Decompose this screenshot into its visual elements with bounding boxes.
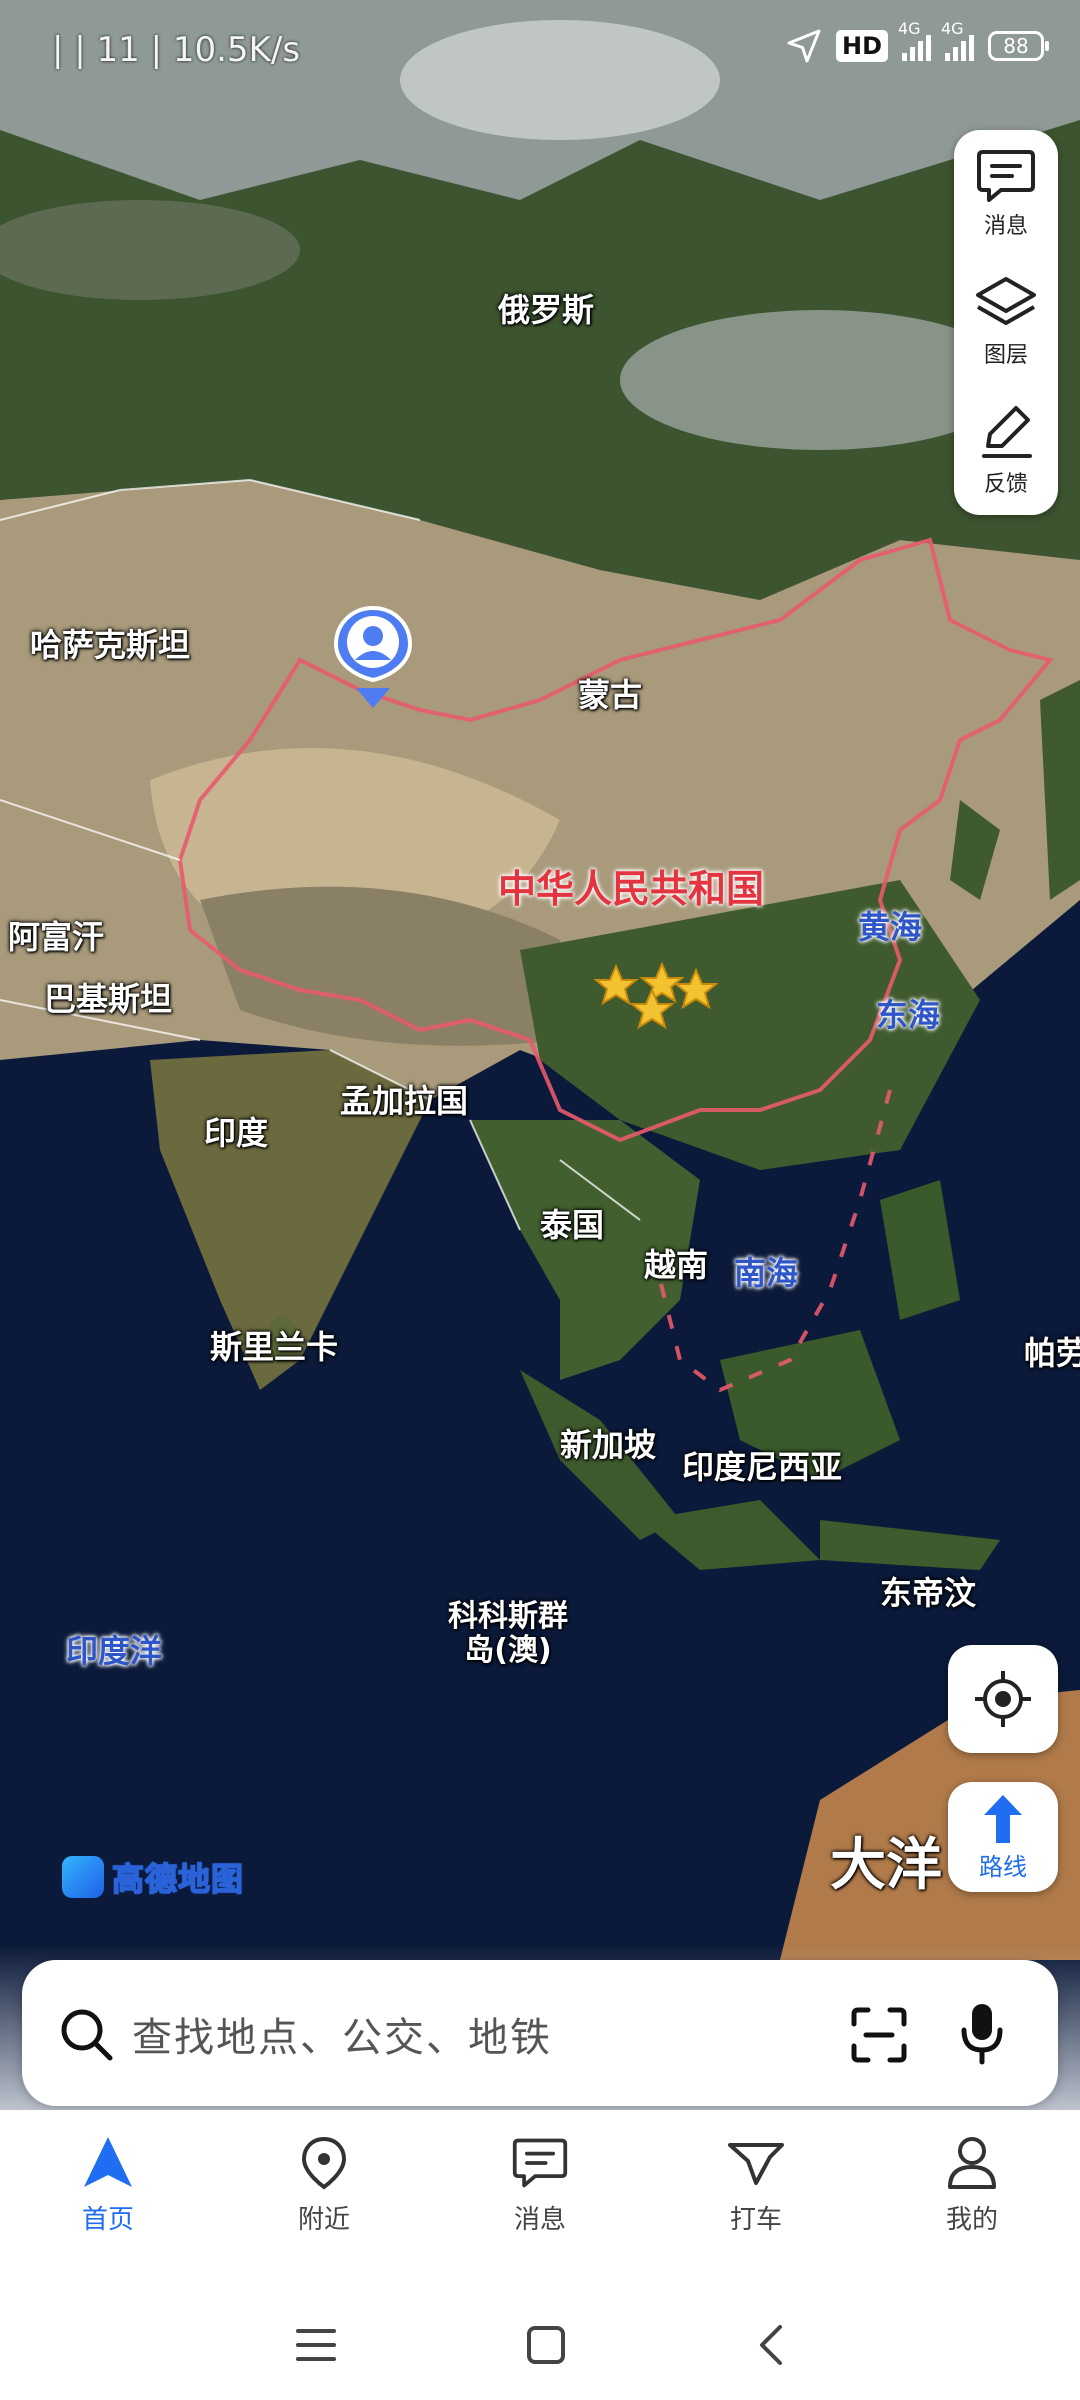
message-icon (512, 2138, 568, 2187)
locate-me-button[interactable] (948, 1645, 1058, 1753)
layers-tool-button[interactable]: 图层 (954, 258, 1058, 386)
bottom-sheet: 查找地点、公交、地铁 首页 附近 消息 打车 我的 (0, 1945, 1080, 2400)
star-cluster-icon[interactable] (594, 962, 718, 1032)
scan-icon[interactable] (850, 2006, 908, 2064)
label-bangladesh: 孟加拉国 (340, 1082, 469, 1120)
taxi-icon (728, 2142, 784, 2185)
location-pin-icon (301, 2136, 347, 2189)
status-bar: | | 11 | 10.5K/s HD 4G 4G 88 (0, 0, 1080, 100)
tab-taxi-label: 打车 (729, 2204, 782, 2235)
label-china: 中华人民共和国 (498, 867, 765, 911)
tab-taxi[interactable]: 打车 (648, 2110, 864, 2260)
label-palau: 帕劳 (1024, 1334, 1080, 1372)
bottom-tab-bar: 首页 附近 消息 打车 我的 (0, 2110, 1080, 2400)
feedback-tool-button[interactable]: 反馈 (954, 387, 1058, 515)
layers-icon (976, 277, 1036, 326)
search-input[interactable]: 查找地点、公交、地铁 (132, 2005, 552, 2063)
feedback-tool-label: 反馈 (983, 471, 1028, 497)
route-button-label: 路线 (979, 1852, 1027, 1881)
user-location-marker-icon[interactable] (332, 606, 414, 710)
amap-logo-text: 高德地图 (111, 1859, 245, 1899)
battery-indicator: 88 (988, 31, 1049, 61)
edit-pencil-icon (982, 405, 1032, 458)
network-type-label: 4G (898, 19, 921, 38)
map-tools-panel: 消息 图层 反馈 (954, 130, 1058, 515)
layers-tool-label: 图层 (983, 343, 1028, 369)
signal-strength-icon-2: 4G (941, 19, 974, 61)
network-speed-text: | | 11 | 10.5K/s (52, 30, 301, 70)
label-oceania: 大洋 (830, 1833, 942, 1898)
message-tool-button[interactable]: 消息 (954, 130, 1058, 258)
system-navigation-bar (0, 2290, 1080, 2400)
user-icon (948, 2136, 996, 2189)
label-pakistan: 巴基斯坦 (44, 980, 173, 1018)
menu-icon[interactable] (294, 2325, 338, 2365)
tab-nearby[interactable]: 附近 (216, 2110, 432, 2260)
hd-badge: HD (835, 30, 888, 62)
label-indonesia: 印度尼西亚 (682, 1448, 843, 1486)
amap-logo-icon (62, 1856, 104, 1898)
label-indian-ocean: 印度洋 (66, 1632, 163, 1670)
microphone-icon[interactable] (960, 2002, 1004, 2066)
network-type-label-2: 4G (941, 19, 964, 38)
label-east-sea: 东海 (876, 996, 941, 1034)
tab-profile[interactable]: 我的 (864, 2110, 1080, 2260)
signal-strength-icon: 4G (898, 19, 931, 61)
tab-home-label: 首页 (81, 2204, 134, 2235)
label-yellow-sea: 黄海 (858, 908, 923, 946)
navigation-arrow-icon (84, 2136, 132, 2187)
route-button[interactable]: 路线 (948, 1782, 1058, 1892)
label-kazakhstan: 哈萨克斯坦 (30, 626, 191, 664)
tab-home[interactable]: 首页 (0, 2110, 216, 2260)
search-bar[interactable]: 查找地点、公交、地铁 (22, 1960, 1058, 2106)
tab-messages[interactable]: 消息 (432, 2110, 648, 2260)
tab-messages-label: 消息 (513, 2204, 566, 2235)
label-singapore: 新加坡 (560, 1426, 657, 1464)
message-tool-label: 消息 (983, 214, 1028, 240)
label-cocos-islands: 科科斯群 岛(澳) (448, 1599, 568, 1668)
search-icon (61, 2009, 113, 2061)
tab-profile-label: 我的 (945, 2204, 998, 2235)
tab-nearby-label: 附近 (297, 2204, 350, 2235)
route-turn-arrow-icon (984, 1794, 1022, 1843)
label-sri-lanka: 斯里兰卡 (210, 1328, 339, 1366)
label-vietnam: 越南 (644, 1246, 709, 1284)
label-east-timor: 东帝汶 (880, 1574, 977, 1612)
amap-logo: 高德地图 (62, 1854, 244, 1900)
label-afghanistan: 阿富汗 (8, 918, 105, 956)
crosshair-icon (975, 1671, 1031, 1727)
location-arrow-icon (787, 29, 821, 63)
label-south-sea: 南海 (734, 1254, 799, 1292)
message-bubble-icon (977, 150, 1035, 203)
label-thailand: 泰国 (540, 1206, 605, 1244)
label-russia: 俄罗斯 (498, 291, 595, 329)
label-india: 印度 (204, 1114, 269, 1152)
label-mongolia: 蒙古 (578, 676, 643, 714)
back-chevron-icon[interactable] (754, 2323, 786, 2367)
home-square-icon[interactable] (525, 2324, 567, 2366)
